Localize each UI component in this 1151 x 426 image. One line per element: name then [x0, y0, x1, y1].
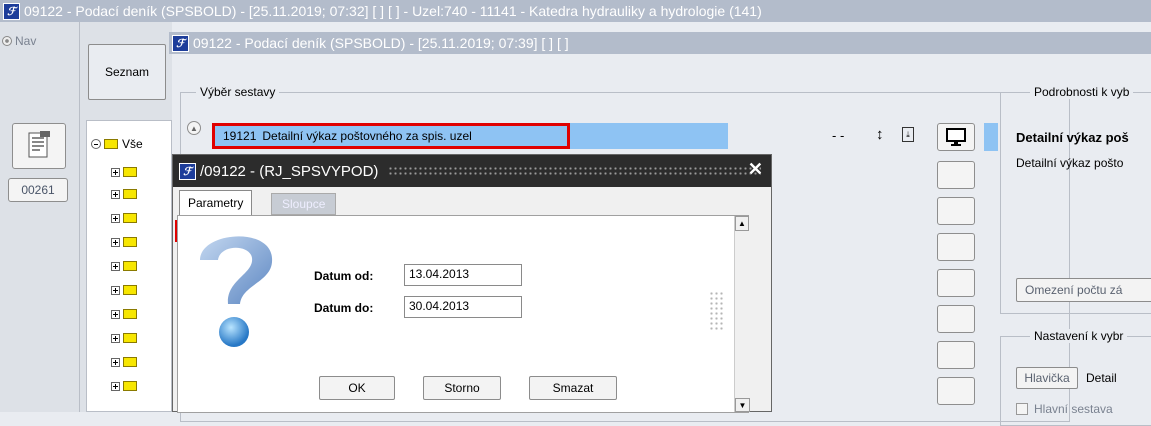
tab-parametry[interactable]: Parametry: [179, 190, 253, 215]
tab-sloupce[interactable]: Sloupce: [271, 193, 337, 215]
option-button[interactable]: [937, 161, 975, 189]
hlavni-sestava-checkbox[interactable]: Hlavní sestava: [1016, 402, 1113, 416]
tree-root-label: Vše: [122, 137, 143, 151]
storno-button[interactable]: Storno: [423, 376, 501, 400]
smazat-button[interactable]: Smazat: [529, 376, 617, 400]
title-grip: [388, 166, 761, 176]
dialog-title-bar[interactable]: ℱ /09122 - (RJ_SPSVYPOD): [173, 155, 771, 187]
scroll-down-arrow-icon[interactable]: ▼: [735, 398, 750, 412]
inner-window-title: 09122 - Podací deník (SPSBOLD) - [25.11.…: [193, 35, 569, 51]
expand-icon: [111, 357, 120, 367]
option-button[interactable]: [937, 305, 975, 333]
option-button[interactable]: [937, 197, 975, 225]
tree-item[interactable]: [111, 352, 137, 372]
document-button[interactable]: [12, 123, 66, 169]
tree-item[interactable]: [111, 328, 137, 348]
tree-item[interactable]: [111, 232, 137, 252]
date-from-label: Datum od:: [314, 269, 374, 283]
report-code: 19121: [223, 129, 257, 143]
hlavni-sestava-label: Hlavní sestava: [1034, 402, 1113, 416]
focus-marker: [175, 220, 177, 242]
folder-icon: [123, 309, 137, 319]
folder-icon: [123, 213, 137, 223]
expand-icon: [111, 213, 120, 223]
hlavicka-detail: Detail: [1086, 371, 1117, 385]
close-icon[interactable]: ✕: [748, 159, 763, 180]
podrobnosti-legend: Podrobnosti k vyb: [1030, 85, 1134, 99]
monitor-icon: [946, 128, 966, 146]
main-title-bar[interactable]: ℱ 09122 - Podací deník (SPSBOLD) - [25.1…: [0, 0, 1151, 22]
option-button[interactable]: [937, 341, 975, 369]
hlavicka-button[interactable]: Hlavička: [1016, 367, 1078, 389]
tree-item[interactable]: [111, 256, 137, 276]
tree-panel: Vše: [86, 120, 172, 412]
dashes: - -: [832, 128, 845, 143]
detail-title: Detailní výkaz poš: [1016, 130, 1129, 145]
nastaveni-legend: Nastavení k vybr: [1030, 329, 1128, 343]
date-to-input[interactable]: 30.04.2013: [404, 296, 522, 318]
tree-item[interactable]: [111, 162, 137, 182]
tree-item[interactable]: [111, 208, 137, 228]
inner-app-icon: ℱ: [172, 34, 189, 52]
date-to-label: Datum do:: [314, 301, 374, 315]
detail-text: Detailní výkaz pošto: [1016, 156, 1124, 170]
expand-icon: [111, 189, 120, 199]
parameters-dialog: ℱ /09122 - (RJ_SPSVYPOD) ✕ Parametry Slo…: [172, 154, 772, 413]
scroll-up-arrow-icon[interactable]: ▲: [735, 216, 749, 231]
dialog-title: /09122 - (RJ_SPSVYPOD): [200, 162, 379, 180]
date-from-input[interactable]: 13.04.2013: [404, 264, 522, 286]
report-name: Detailní výkaz poštovného za spis. uzel: [262, 129, 472, 143]
tree-item[interactable]: [111, 304, 137, 324]
tree-root[interactable]: Vše: [91, 134, 143, 154]
folder-icon: [123, 381, 137, 391]
expand-icon: [111, 333, 120, 343]
record-number[interactable]: 00261: [8, 178, 68, 202]
expand-icon: [111, 237, 120, 247]
resize-grip[interactable]: [709, 291, 723, 331]
document-icon: [28, 131, 50, 158]
tree-item[interactable]: [111, 376, 137, 396]
dialog-content: Datum od: 13.04.2013 Datum do: 30.04.201…: [175, 215, 750, 413]
omezeni-button[interactable]: Omezení počtu zá: [1016, 278, 1151, 302]
option-button[interactable]: [937, 269, 975, 297]
dialog-scrollbar[interactable]: ▲ ▼: [734, 216, 750, 412]
folder-icon: [123, 357, 137, 367]
expand-icon: [111, 285, 120, 295]
ok-button[interactable]: OK: [319, 376, 395, 400]
folder-icon: [123, 261, 137, 271]
checkbox-icon: [1016, 403, 1028, 415]
folder-icon: [123, 237, 137, 247]
tree-item[interactable]: [111, 280, 137, 300]
folder-icon: [104, 139, 118, 149]
app-icon: ℱ: [3, 2, 20, 20]
expand-icon: [111, 167, 120, 177]
dialog-app-icon: ℱ: [179, 162, 196, 180]
seznam-button[interactable]: Seznam: [88, 44, 166, 100]
pdf-icon[interactable]: ⤓: [902, 127, 914, 142]
vyber-sestavy-legend: Výběr sestavy: [196, 85, 280, 99]
collapse-icon: [91, 139, 101, 149]
option-button[interactable]: [937, 233, 975, 261]
nav-label: Nav: [15, 34, 37, 48]
expand-icon: [111, 261, 120, 271]
nav-radio[interactable]: Nav: [2, 34, 36, 48]
folder-icon: [123, 333, 137, 343]
tree-item[interactable]: [111, 184, 137, 204]
question-help-icon: [200, 236, 273, 347]
scroll-up-icon[interactable]: ▲: [187, 121, 201, 135]
sort-arrows-icon[interactable]: ↕: [876, 126, 884, 143]
expand-icon: [111, 309, 120, 319]
left-panel: Nav 00261: [0, 22, 80, 412]
expand-icon: [111, 381, 120, 391]
selected-report[interactable]: 19121 Detailní výkaz poštovného za spis.…: [212, 123, 570, 149]
folder-icon: [123, 285, 137, 295]
folder-icon: [123, 189, 137, 199]
folder-icon: [123, 167, 137, 177]
row-end-highlight: [984, 123, 998, 151]
option-button[interactable]: [937, 377, 975, 405]
inner-title-bar[interactable]: ℱ 09122 - Podací deník (SPSBOLD) - [25.1…: [169, 32, 1151, 54]
main-window-title: 09122 - Podací deník (SPSBOLD) - [25.11.…: [24, 3, 762, 19]
screen-output-button[interactable]: [937, 123, 975, 151]
radio-icon: [2, 36, 12, 46]
